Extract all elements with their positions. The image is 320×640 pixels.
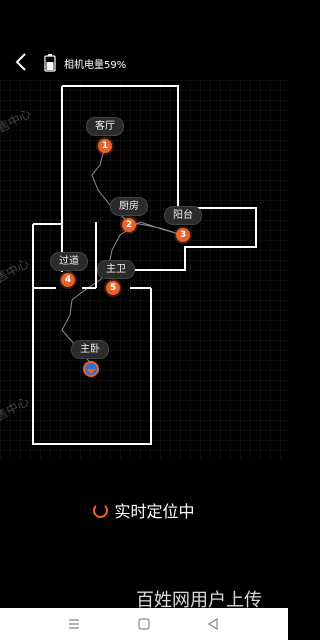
triangle-back-icon[interactable] xyxy=(205,616,221,632)
room-label-corridor[interactable]: 过道 xyxy=(50,252,88,271)
room-marker-2[interactable]: 2 xyxy=(122,218,136,232)
floor-map xyxy=(32,85,257,445)
robot-location-icon xyxy=(83,361,99,377)
room-marker-1[interactable]: 1 xyxy=(98,139,112,153)
room-marker-3[interactable]: 3 xyxy=(176,228,190,242)
room-label-master-bath[interactable]: 主卫 xyxy=(97,260,135,279)
battery-text: 相机电量59% xyxy=(64,60,127,71)
room-marker-5[interactable]: 5 xyxy=(106,281,120,295)
battery-icon xyxy=(44,54,56,72)
positioning-status: 实时定位中 xyxy=(0,498,288,522)
top-bar: 相机电量59% xyxy=(0,48,288,78)
chevron-left-icon[interactable] xyxy=(10,50,34,74)
menu-icon[interactable] xyxy=(66,616,82,632)
room-label-living-room[interactable]: 客厅 xyxy=(86,117,124,136)
room-label-balcony[interactable]: 阳台 xyxy=(164,206,202,225)
square-icon[interactable] xyxy=(136,616,152,632)
room-label-kitchen[interactable]: 厨房 xyxy=(110,197,148,216)
status-text: 实时定位中 xyxy=(114,502,195,521)
system-nav-bar xyxy=(0,608,288,640)
room-marker-4[interactable]: 4 xyxy=(61,273,75,287)
loading-spinner-icon xyxy=(93,503,109,518)
room-label-master-bedroom[interactable]: 主卧 xyxy=(71,340,109,359)
